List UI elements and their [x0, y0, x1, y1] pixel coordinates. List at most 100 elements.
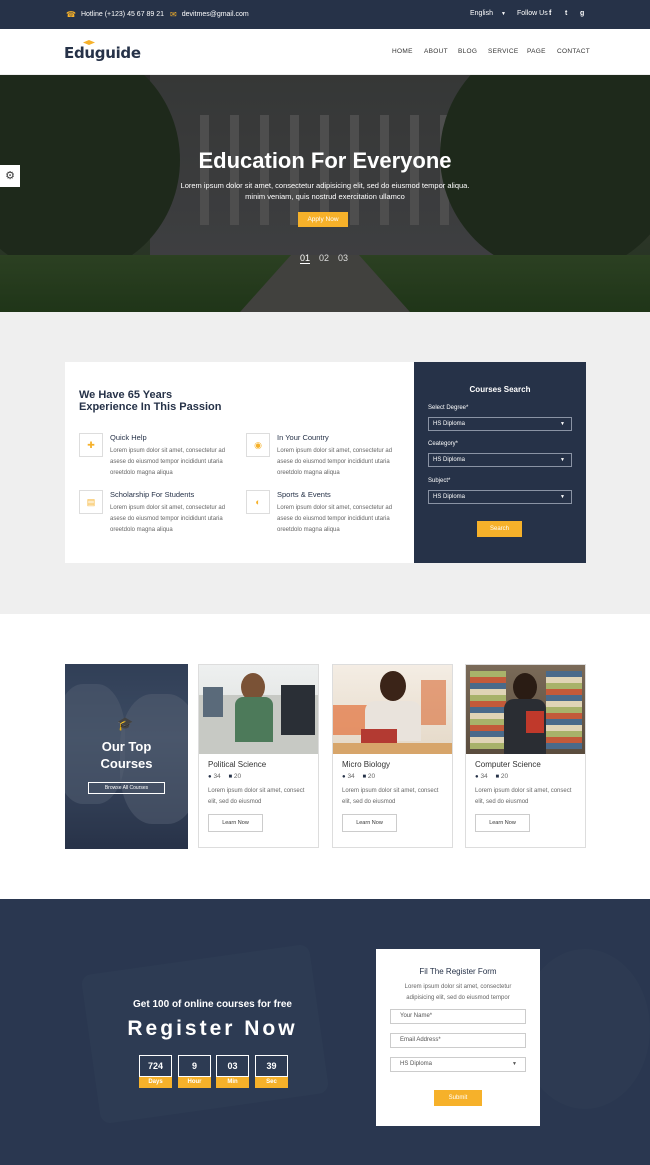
countdown-days: 724 Days: [139, 1055, 172, 1088]
course-comments: 20: [367, 773, 376, 780]
gear-icon[interactable]: ⚙: [0, 165, 20, 187]
top-courses-card: 🎓 Our Top Courses Browse All Courses: [65, 664, 188, 849]
search-button[interactable]: Search: [477, 521, 522, 537]
subject-value: HS Diploma: [433, 494, 466, 500]
feature-title: Sports & Events: [277, 490, 331, 499]
courses-section: 🎓 Our Top Courses Browse All Courses Pol…: [0, 614, 650, 899]
slide-dot-01[interactable]: 01: [300, 253, 311, 264]
course-comments: 20: [500, 773, 509, 780]
feature-title: In Your Country: [277, 433, 329, 442]
countdown-value: 9: [178, 1055, 211, 1077]
feature-title: Quick Help: [110, 433, 147, 442]
courses-search-title: Courses Search: [469, 385, 531, 394]
graduation-cap-icon: 🎓: [117, 716, 134, 731]
slide-dot-02[interactable]: 02: [319, 253, 329, 263]
register-form-text: Lorem ipsum dolor sit amet, consectetur …: [404, 984, 512, 1001]
countdown-hours: 9 Hour: [178, 1055, 211, 1088]
top-courses-title-line1: Our Top: [101, 739, 152, 754]
nav-contact[interactable]: CONTACT: [557, 48, 590, 55]
category-label: Ceategory*: [428, 441, 459, 447]
about-heading-text: We Have 65 Years Experience In This Pass…: [79, 389, 222, 413]
top-courses-title-line2: Courses: [100, 756, 153, 771]
degree-value: HS Diploma: [433, 421, 466, 427]
browse-all-courses-button[interactable]: Browse All Courses: [88, 782, 165, 794]
register-form-title: Fil The Register Form: [419, 967, 497, 976]
chevron-down-icon: ▼: [500, 10, 506, 17]
about-card: We Have 65 Years Experience In This Pass…: [65, 362, 414, 563]
email-field[interactable]: Email Address*: [390, 1033, 526, 1048]
course-meta: ● 34 ■ 20: [342, 773, 375, 780]
degree-label: Select Degree*: [428, 405, 469, 411]
countdown-minutes: 03 Min: [216, 1055, 249, 1088]
course-image: [199, 665, 318, 754]
eye-icon: ●: [208, 774, 212, 780]
countdown-value: 03: [216, 1055, 249, 1077]
course-views: 34: [213, 773, 221, 780]
hero-banner: Education For Everyone Lorem ipsum dolor…: [0, 75, 650, 312]
nav-blog[interactable]: BLOG: [458, 48, 477, 55]
course-title[interactable]: Micro Biology: [342, 760, 390, 769]
course-text: Lorem ipsum dolor sit amet, consect elit…: [342, 788, 439, 805]
countdown-value: 724: [139, 1055, 172, 1077]
course-card-political-science[interactable]: Political Science ● 34 ■ 20 Lorem ipsum …: [198, 664, 319, 848]
hero-title: Education For Everyone: [198, 148, 452, 173]
category-select[interactable]: HS Diploma ▼: [428, 453, 572, 467]
subject-select[interactable]: HS Diploma ▼: [428, 490, 572, 504]
course-text: Lorem ipsum dolor sit amet, consect elit…: [475, 788, 572, 805]
twitter-icon[interactable]: t: [565, 10, 567, 17]
top-bar: ☎ Hotline (+123) 45 67 89 21 ✉ devitmes@…: [0, 0, 650, 29]
follow-us: Follow Us :: [517, 10, 552, 17]
learn-now-button[interactable]: Learn Now: [342, 814, 397, 832]
scholarship-icon: ▤: [79, 490, 103, 514]
email-text: devitmes@gmail.com: [181, 11, 249, 18]
follow-label: Follow Us :: [517, 10, 552, 17]
countdown-unit: Hour: [178, 1077, 211, 1088]
hotline-text: Hotline (+123) 45 67 89 21: [80, 11, 165, 18]
site-header: Eduguide HOME ABOUT BLOG SERVICE PAGE CO…: [0, 29, 650, 75]
about-section: We Have 65 Years Experience In This Pass…: [0, 312, 650, 614]
courses-search-panel: Courses Search Select Degree* HS Diploma…: [414, 362, 586, 563]
nav-service[interactable]: SERVICE: [488, 48, 519, 55]
language-selector[interactable]: English ▼: [470, 10, 506, 17]
nav-page[interactable]: PAGE: [527, 48, 546, 55]
course-card-micro-biology[interactable]: Micro Biology ● 34 ■ 20 Lorem ipsum dolo…: [332, 664, 453, 848]
course-image: [333, 665, 452, 754]
nav-about[interactable]: ABOUT: [424, 48, 448, 55]
logo[interactable]: Eduguide: [64, 44, 141, 62]
countdown-seconds: 39 Sec: [255, 1055, 288, 1088]
eye-icon: ●: [342, 774, 346, 780]
diploma-value: HS Diploma: [400, 1061, 433, 1067]
feature-title: Scholarship For Students: [110, 490, 195, 499]
register-form: Fil The Register Form Lorem ipsum dolor …: [376, 949, 540, 1126]
name-field[interactable]: Your Name*: [390, 1009, 526, 1024]
top-courses-title: Our Top Courses: [65, 738, 188, 772]
course-meta: ● 34 ■ 20: [208, 773, 241, 780]
course-title[interactable]: Computer Science: [475, 760, 541, 769]
slide-dot-03[interactable]: 03: [338, 253, 348, 263]
countdown-unit: Min: [216, 1077, 249, 1088]
facebook-icon[interactable]: f: [549, 10, 551, 17]
course-comments: 20: [233, 773, 242, 780]
comment-icon: ■: [495, 774, 500, 780]
about-heading: We Have 65 Years Experience In This Pass…: [79, 389, 229, 413]
course-title[interactable]: Political Science: [208, 760, 266, 769]
feature-text: Lorem ipsum dolor sit amet, consectetur …: [110, 505, 226, 533]
feature-text: Lorem ipsum dolor sit amet, consectetur …: [277, 505, 393, 533]
countdown-unit: Sec: [255, 1077, 288, 1088]
submit-button[interactable]: Submit: [434, 1090, 482, 1106]
countdown-value: 39: [255, 1055, 288, 1077]
email[interactable]: ✉ devitmes@gmail.com: [170, 10, 249, 19]
hero-subtitle: Lorem ipsum dolor sit amet, consectetur …: [180, 181, 470, 201]
learn-now-button[interactable]: Learn Now: [208, 814, 263, 832]
degree-select[interactable]: HS Diploma ▼: [428, 417, 572, 431]
course-card-computer-science[interactable]: Computer Science ● 34 ■ 20 Lorem ipsum d…: [465, 664, 586, 848]
course-meta: ● 34 ■ 20: [475, 773, 508, 780]
mail-icon: ✉: [170, 10, 177, 19]
diploma-select[interactable]: HS Diploma ▼: [390, 1057, 526, 1072]
learn-now-button[interactable]: Learn Now: [475, 814, 530, 832]
google-icon[interactable]: g: [580, 10, 584, 17]
nav-home[interactable]: HOME: [392, 48, 413, 55]
apply-now-button[interactable]: Apply Now: [298, 212, 348, 227]
comment-icon: ■: [228, 774, 233, 780]
feature-text: Lorem ipsum dolor sit amet, consectetur …: [110, 448, 226, 476]
